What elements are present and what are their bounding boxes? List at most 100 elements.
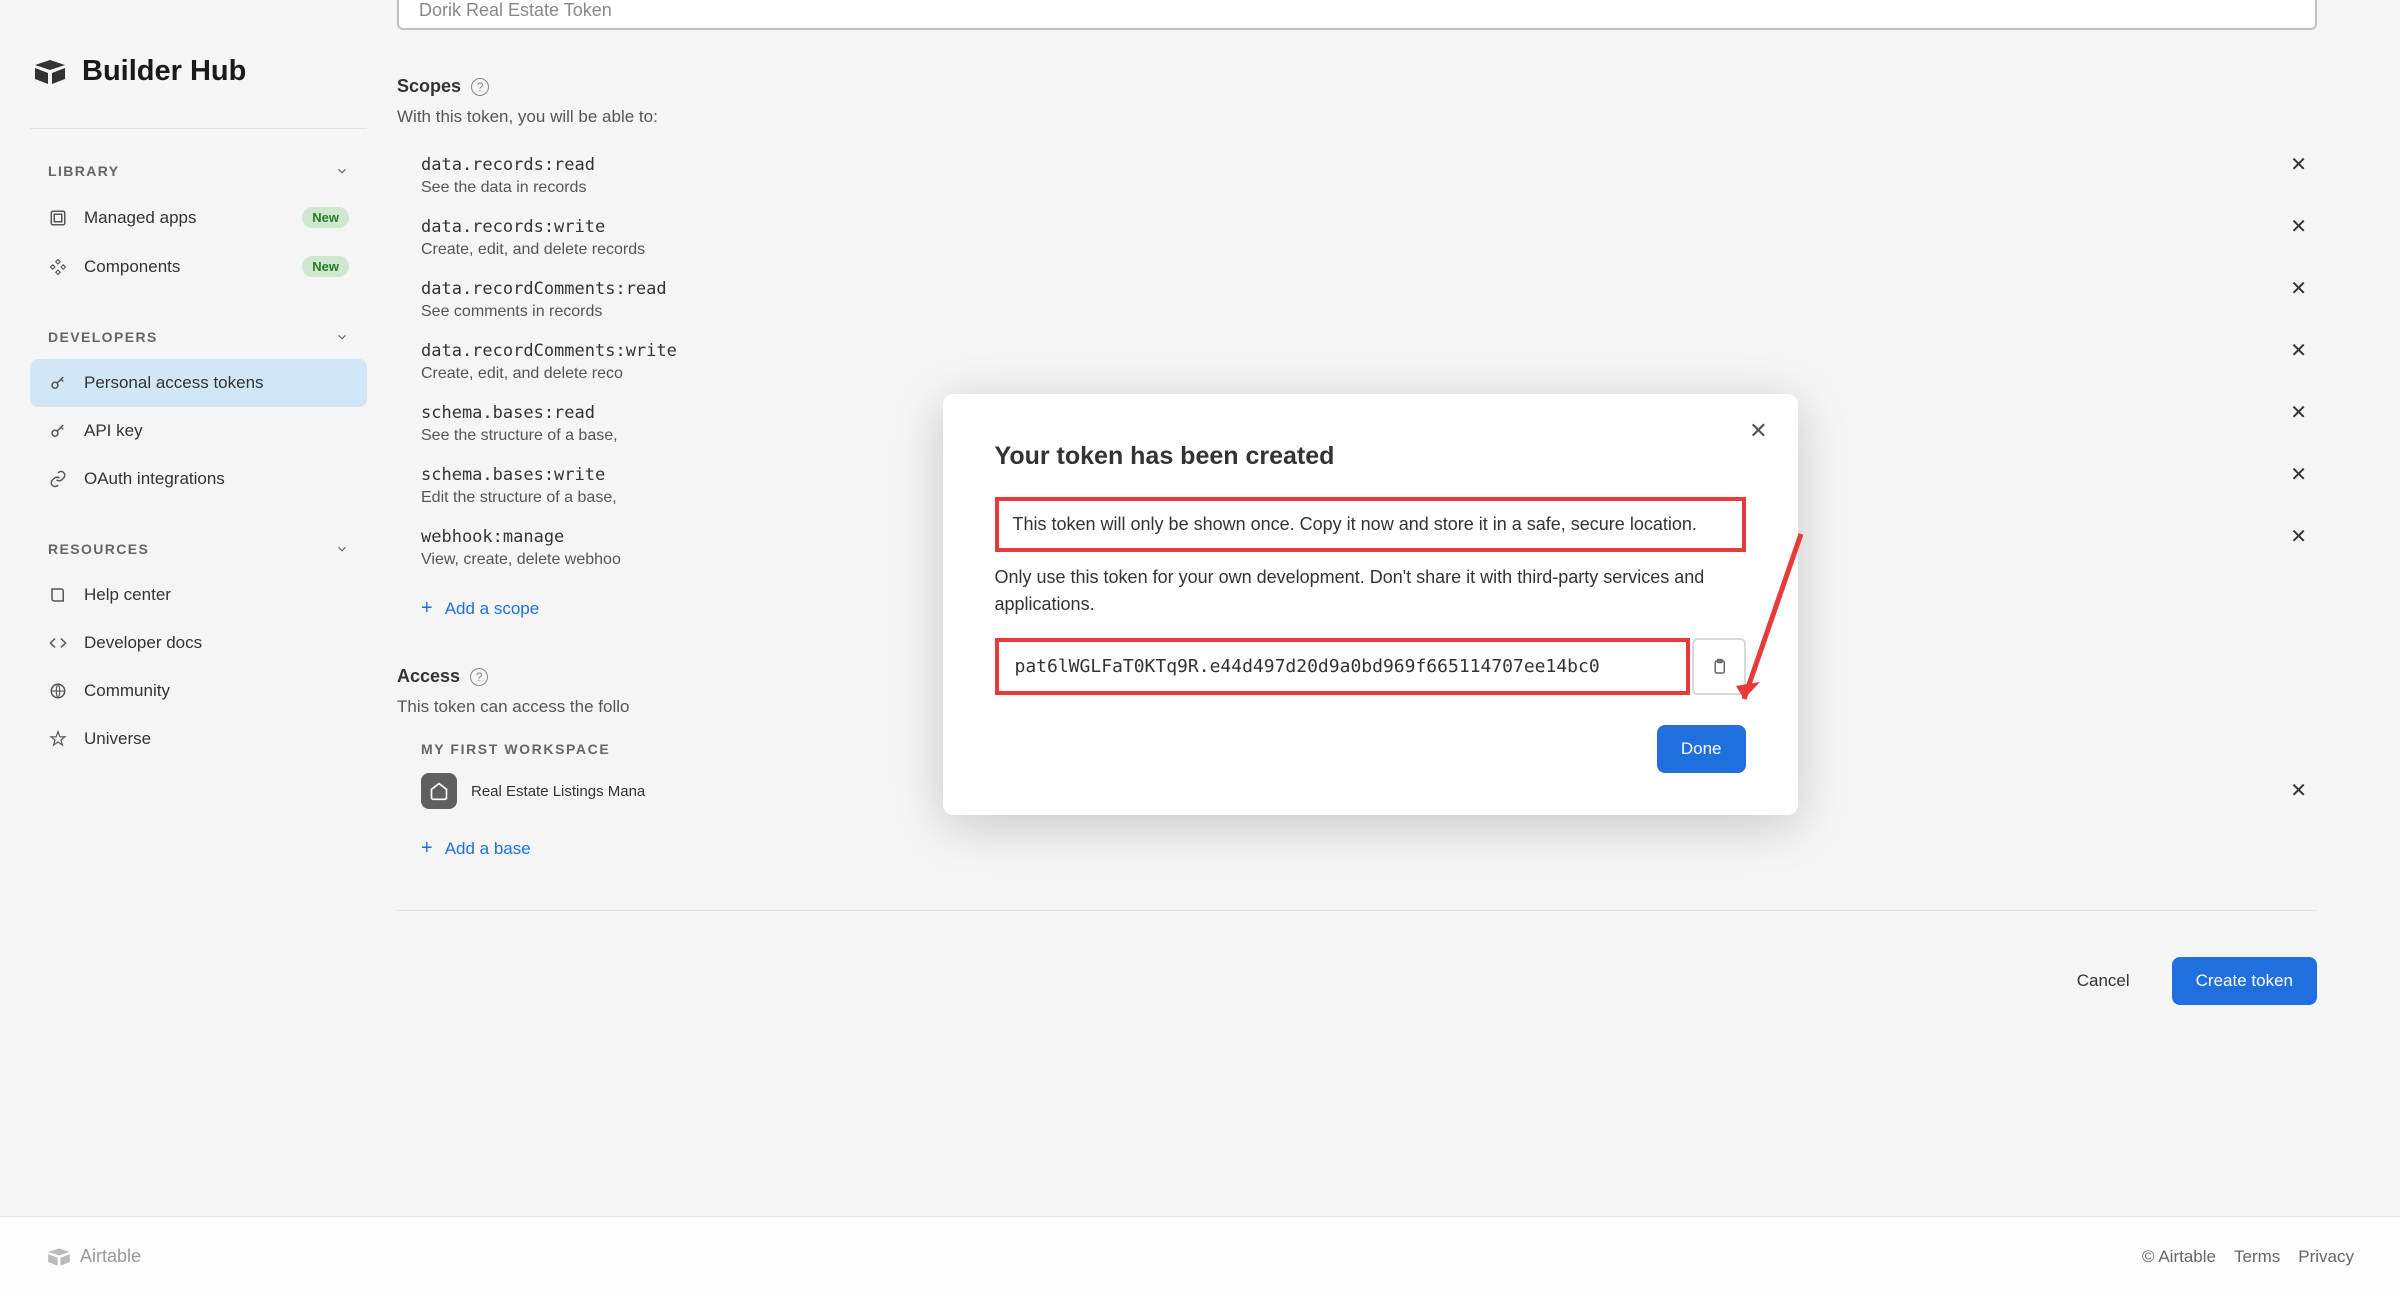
globe-icon <box>48 681 68 701</box>
brand-icon <box>32 59 68 85</box>
sidebar-item-components[interactable]: Components New <box>30 242 367 291</box>
sidebar-item-universe[interactable]: Universe <box>30 715 367 763</box>
new-badge: New <box>302 256 349 277</box>
sidebar-item-label: OAuth integrations <box>84 469 225 489</box>
star-icon <box>48 729 68 749</box>
remove-scope-button[interactable]: ✕ <box>2280 403 2317 423</box>
scope-description: Edit the structure of a base, <box>421 489 617 507</box>
footer-copyright: © Airtable <box>2142 1247 2216 1267</box>
token-value[interactable]: pat6lWGLFaT0KTq9R.e44d497d20d9a0bd969f66… <box>995 638 1690 695</box>
sidebar-item-label: Personal access tokens <box>84 373 264 393</box>
footer-terms-link[interactable]: Terms <box>2234 1247 2280 1267</box>
key-icon <box>48 373 68 393</box>
sidebar-item-label: Help center <box>84 585 171 605</box>
sidebar-item-help-center[interactable]: Help center <box>30 571 367 619</box>
sidebar-item-label: Managed apps <box>84 208 196 228</box>
section-resources[interactable]: Resources <box>30 527 367 571</box>
section-label: Library <box>48 163 120 179</box>
section-library[interactable]: Library <box>30 149 367 193</box>
scope-item: data.recordComments:write Create, edit, a… <box>421 331 2317 393</box>
base-icon <box>421 773 457 809</box>
scope-code: data.recordComments:write <box>421 341 677 361</box>
new-badge: New <box>302 207 349 228</box>
remove-scope-button[interactable]: ✕ <box>2280 527 2317 547</box>
modal-close-button[interactable]: ✕ <box>1749 418 1767 444</box>
footer-privacy-link[interactable]: Privacy <box>2298 1247 2354 1267</box>
token-name-input[interactable]: Dorik Real Estate Token <box>397 0 2317 30</box>
scope-description: View, create, delete webhoo <box>421 551 621 569</box>
cancel-button[interactable]: Cancel <box>2053 957 2154 1005</box>
access-title: Access <box>397 666 460 687</box>
brand-title: Builder Hub <box>82 55 246 88</box>
modal-info-text: Only use this token for your own develop… <box>995 564 1746 618</box>
remove-scope-button[interactable]: ✕ <box>2280 279 2317 299</box>
sidebar-item-label: API key <box>84 421 143 441</box>
token-created-modal: ✕ Your token has been created This token… <box>943 394 1798 815</box>
component-icon <box>48 257 68 277</box>
scope-description: Create, edit, and delete records <box>421 241 645 259</box>
help-icon[interactable]: ? <box>471 78 489 96</box>
apps-icon <box>48 208 68 228</box>
remove-scope-button[interactable]: ✕ <box>2280 217 2317 237</box>
footer-brand: Airtable <box>46 1246 141 1267</box>
chevron-down-icon <box>335 164 349 178</box>
clipboard-icon <box>1710 657 1728 677</box>
sidebar-item-api-key[interactable]: API key <box>30 407 367 455</box>
scope-item: data.recordComments:read See comments in … <box>421 269 2317 331</box>
scope-code: data.recordComments:read <box>421 279 667 299</box>
sidebar-item-label: Components <box>84 257 180 277</box>
scope-code: webhook:manage <box>421 527 621 547</box>
remove-scope-button[interactable]: ✕ <box>2280 341 2317 361</box>
scopes-title: Scopes <box>397 76 461 97</box>
add-base-label: Add a base <box>445 839 531 859</box>
help-icon[interactable]: ? <box>470 668 488 686</box>
scope-item: data.records:write Create, edit, and dele… <box>421 207 2317 269</box>
copy-token-button[interactable] <box>1692 638 1746 695</box>
base-name: Real Estate Listings Mana <box>471 783 645 800</box>
scope-description: See the data in records <box>421 179 595 197</box>
modal-title: Your token has been created <box>995 442 1746 471</box>
brand: Builder Hub <box>30 55 367 88</box>
add-scope-label: Add a scope <box>445 599 540 619</box>
sidebar-item-community[interactable]: Community <box>30 667 367 715</box>
scope-code: data.records:read <box>421 155 595 175</box>
sidebar-item-label: Universe <box>84 729 151 749</box>
section-developers[interactable]: Developers <box>30 315 367 359</box>
scope-description: See the structure of a base, <box>421 427 618 445</box>
scope-code: data.records:write <box>421 217 645 237</box>
scope-item: data.records:read See the data in records… <box>421 145 2317 207</box>
remove-scope-button[interactable]: ✕ <box>2280 155 2317 175</box>
scope-description: Create, edit, and delete reco <box>421 365 677 383</box>
chevron-down-icon <box>335 542 349 556</box>
sidebar-item-managed-apps[interactable]: Managed apps New <box>30 193 367 242</box>
section-label: Resources <box>48 541 149 557</box>
link-icon <box>48 469 68 489</box>
remove-base-button[interactable]: ✕ <box>2280 781 2317 801</box>
remove-scope-button[interactable]: ✕ <box>2280 465 2317 485</box>
create-token-button[interactable]: Create token <box>2172 957 2317 1005</box>
token-name-value: Dorik Real Estate Token <box>419 0 612 21</box>
sidebar-item-oauth[interactable]: OAuth integrations <box>30 455 367 503</box>
add-base-link[interactable]: + Add a base <box>397 809 2317 860</box>
sidebar-item-personal-access-tokens[interactable]: Personal access tokens <box>30 359 367 407</box>
code-icon <box>48 633 68 653</box>
plus-icon: + <box>421 597 433 620</box>
plus-icon: + <box>421 837 433 860</box>
scope-code: schema.bases:write <box>421 465 617 485</box>
footer-brand-text: Airtable <box>80 1246 141 1267</box>
airtable-icon <box>46 1247 72 1267</box>
sidebar-item-developer-docs[interactable]: Developer docs <box>30 619 367 667</box>
footer: Airtable © Airtable Terms Privacy <box>0 1216 2400 1296</box>
scope-description: See comments in records <box>421 303 667 321</box>
modal-warning-text: This token will only be shown once. Copy… <box>1013 511 1728 538</box>
chevron-down-icon <box>335 330 349 344</box>
key-icon <box>48 421 68 441</box>
section-label: Developers <box>48 329 158 345</box>
warning-highlight: This token will only be shown once. Copy… <box>995 497 1746 552</box>
scopes-subtitle: With this token, you will be able to: <box>397 107 2317 127</box>
done-button[interactable]: Done <box>1657 725 1746 773</box>
sidebar: Builder Hub Library Managed apps New Com… <box>0 0 397 1186</box>
book-icon <box>48 585 68 605</box>
sidebar-item-label: Developer docs <box>84 633 202 653</box>
sidebar-item-label: Community <box>84 681 170 701</box>
